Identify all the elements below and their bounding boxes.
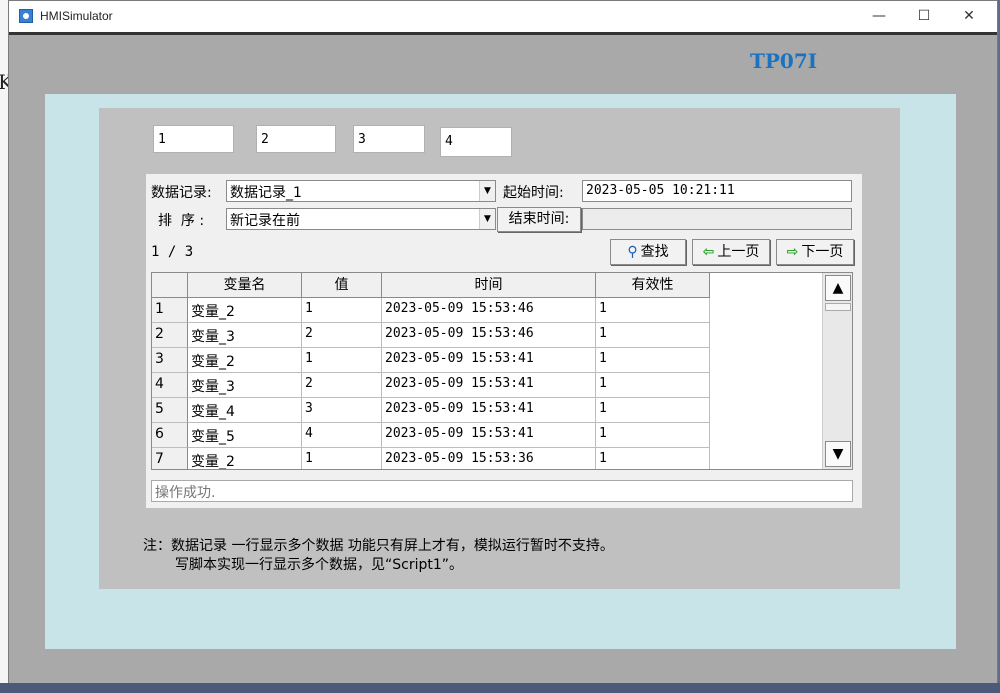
cell-time: 2023-05-09 15:53:41	[382, 398, 596, 423]
prev-page-button[interactable]: ⇦ 上一页	[692, 239, 770, 265]
cell-time: 2023-05-09 15:53:41	[382, 423, 596, 448]
prev-page-label: 上一页	[717, 244, 760, 260]
record-select[interactable]: 数据记录_1 ▼	[226, 180, 496, 202]
scroll-up-button[interactable]: ▲	[825, 275, 851, 301]
chevron-down-icon[interactable]: ▼	[479, 181, 495, 201]
app-icon	[19, 9, 33, 23]
cell-value: 2	[302, 323, 382, 348]
table-row[interactable]: 6 变量_5 4 2023-05-09 15:53:41 1	[152, 423, 712, 448]
row-index: 4	[152, 373, 188, 398]
cell-name: 变量_3	[188, 373, 302, 398]
column-header[interactable]: 变量名	[188, 273, 302, 298]
search-icon: ⚲	[627, 244, 638, 260]
table-row[interactable]: 5 变量_4 3 2023-05-09 15:53:41 1	[152, 398, 712, 423]
cell-time: 2023-05-09 15:53:46	[382, 323, 596, 348]
table-corner-header	[152, 273, 188, 298]
io-field-3[interactable]: 3	[353, 125, 425, 153]
io-field-4[interactable]: 4	[440, 127, 512, 157]
cell-name: 变量_4	[188, 398, 302, 423]
start-time-label: 起始时间:	[503, 185, 564, 201]
cell-value: 1	[302, 448, 382, 469]
page-indicator: 1 / 3	[151, 244, 194, 260]
end-time-button[interactable]: 结束时间:	[497, 207, 581, 232]
arrow-right-icon: ⇨	[786, 244, 799, 260]
note-line-2: 写脚本实现一行显示多个数据，见“Script1”。	[175, 557, 464, 573]
maximize-button[interactable]: ☐	[902, 5, 946, 27]
screen-top-border	[9, 32, 997, 35]
row-index: 5	[152, 398, 188, 423]
cell-value: 1	[302, 298, 382, 323]
cell-valid: 1	[596, 373, 710, 398]
cell-time: 2023-05-09 15:53:36	[382, 448, 596, 469]
cell-valid: 1	[596, 348, 710, 373]
cell-valid: 1	[596, 323, 710, 348]
start-time-field[interactable]: 2023-05-05 10:21:11	[582, 180, 852, 202]
column-header[interactable]: 时间	[382, 273, 596, 298]
cell-value: 4	[302, 423, 382, 448]
minimize-button[interactable]: —	[857, 5, 901, 27]
scroll-thumb[interactable]	[825, 303, 851, 311]
note-line-1: 注：数据记录 一行显示多个数据 功能只有屏上才有，模拟运行暂时不支持。	[143, 538, 614, 554]
record-select-value: 数据记录_1	[230, 185, 302, 201]
row-index: 3	[152, 348, 188, 373]
row-index: 1	[152, 298, 188, 323]
title-bar[interactable]: HMISimulator — ☐ ✕	[9, 1, 997, 33]
data-record-control: 数据记录: 数据记录_1 ▼ 排 序 : 新记录在前 ▼ 起始时间: 2023-…	[146, 174, 862, 508]
status-message: 操作成功.	[151, 480, 853, 502]
cell-value: 3	[302, 398, 382, 423]
simulator-window: HMISimulator — ☐ ✕ TP07I 1 2 3 4 数据记录: 数…	[8, 0, 998, 684]
cell-time: 2023-05-09 15:53:46	[382, 298, 596, 323]
io-field-2[interactable]: 2	[256, 125, 336, 153]
cell-name: 变量_2	[188, 348, 302, 373]
cell-valid: 1	[596, 398, 710, 423]
inner-panel: 1 2 3 4 数据记录: 数据记录_1 ▼ 排 序 : 新记录在前 ▼ 起始时…	[99, 108, 900, 589]
close-button[interactable]: ✕	[947, 5, 991, 27]
cell-time: 2023-05-09 15:53:41	[382, 348, 596, 373]
table-row[interactable]: 1 变量_2 1 2023-05-09 15:53:46 1	[152, 298, 712, 323]
column-header[interactable]: 有效性	[596, 273, 710, 298]
table-scrollbar[interactable]: ▲ ▼	[822, 273, 852, 469]
row-index: 7	[152, 448, 188, 469]
table-row[interactable]: 2 变量_3 2 2023-05-09 15:53:46 1	[152, 323, 712, 348]
next-page-button[interactable]: ⇨ 下一页	[776, 239, 854, 265]
next-page-label: 下一页	[801, 244, 844, 260]
find-button-label: 查找	[640, 244, 669, 260]
table-row[interactable]: 4 变量_3 2 2023-05-09 15:53:41 1	[152, 373, 712, 398]
record-table: 变量名 值 时间 有效性 1 变量_2 1 2023-05-09 15:53:4…	[151, 272, 853, 470]
cell-time: 2023-05-09 15:53:41	[382, 373, 596, 398]
cell-name: 变量_2	[188, 448, 302, 469]
cell-value: 1	[302, 348, 382, 373]
row-index: 6	[152, 423, 188, 448]
sort-select-value: 新记录在前	[230, 213, 300, 229]
io-field-1[interactable]: 1	[153, 125, 234, 153]
arrow-left-icon: ⇦	[702, 244, 715, 260]
cell-valid: 1	[596, 298, 710, 323]
table-row[interactable]: 3 变量_2 1 2023-05-09 15:53:41 1	[152, 348, 712, 373]
sort-label: 排 序 :	[158, 213, 205, 229]
desktop-taskbar-strip	[0, 683, 1000, 693]
cell-name: 变量_2	[188, 298, 302, 323]
chevron-down-icon[interactable]: ▼	[479, 209, 495, 229]
window-title: HMISimulator	[40, 9, 113, 23]
cell-name: 变量_5	[188, 423, 302, 448]
column-header[interactable]: 值	[302, 273, 382, 298]
table-row[interactable]: 7 变量_2 1 2023-05-09 15:53:36 1	[152, 448, 712, 469]
end-time-field[interactable]	[582, 208, 852, 230]
cell-valid: 1	[596, 448, 710, 469]
row-index: 2	[152, 323, 188, 348]
sort-select[interactable]: 新记录在前 ▼	[226, 208, 496, 230]
screen-label: TP07I	[750, 49, 818, 73]
scroll-down-button[interactable]: ▼	[825, 441, 851, 467]
cell-name: 变量_3	[188, 323, 302, 348]
outer-panel: 1 2 3 4 数据记录: 数据记录_1 ▼ 排 序 : 新记录在前 ▼ 起始时…	[45, 94, 956, 649]
find-button[interactable]: ⚲ 查找	[610, 239, 686, 265]
cell-value: 2	[302, 373, 382, 398]
cell-valid: 1	[596, 423, 710, 448]
record-label: 数据记录:	[151, 185, 212, 201]
